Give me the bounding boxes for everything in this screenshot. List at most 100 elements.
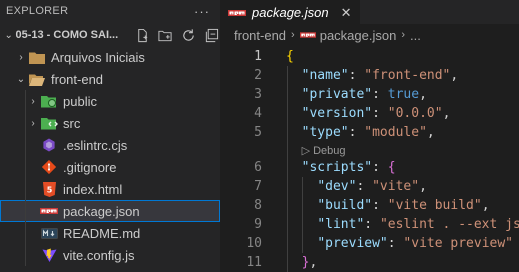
tree-item-gitignore[interactable]: .gitignore	[0, 156, 220, 178]
code-token: ,	[426, 125, 435, 140]
code-line: 2 "name": "front-end",	[220, 66, 519, 85]
breadcrumb-item-file[interactable]: package.json	[320, 28, 397, 43]
indent-guide	[25, 90, 26, 112]
code-text: "preview": "vite preview"	[286, 234, 513, 253]
code-line: 5 "type": "module",	[220, 123, 519, 142]
breadcrumb-item-symbol[interactable]: ...	[410, 28, 421, 43]
tree-item-label: .eslintrc.cjs	[63, 137, 128, 153]
folder-open-icon	[28, 71, 46, 87]
line-number: 3	[254, 87, 262, 102]
tree-item-arquivos-iniciais[interactable]: › Arquivos Iniciais	[0, 46, 220, 68]
project-root-row[interactable]: ⌄ 05-13 - COMO SAI...	[0, 24, 220, 46]
code-text: "name": "front-end",	[286, 66, 459, 85]
chevron-right-icon: ›	[31, 117, 35, 129]
line-number: 5	[254, 125, 262, 140]
code-line: 8 "build": "vite build",	[220, 196, 519, 215]
line-number: 1	[254, 49, 262, 64]
code-token: ,	[481, 198, 490, 213]
tree-item-src[interactable]: › src	[0, 112, 220, 134]
line-number: 4	[254, 106, 262, 121]
tree-item-index-html[interactable]: 5 index.html	[0, 178, 220, 200]
collapse-all-icon[interactable]	[202, 26, 220, 44]
code-token: :	[387, 236, 404, 251]
code-token: "preview"	[317, 236, 388, 251]
chevron-down-icon[interactable]: ⌄	[2, 30, 15, 41]
tree-item-label: Arquivos Iniciais	[51, 49, 145, 65]
code-line: 4 "version": "0.0.0",	[220, 104, 519, 123]
tree-item-label: vite.config.js	[63, 247, 135, 263]
close-icon[interactable]: ✕	[341, 5, 352, 21]
code-line: 6 "scripts": {	[220, 158, 519, 177]
refresh-icon[interactable]	[179, 26, 197, 44]
code-line: 9 "lint": "eslint . --ext js	[220, 215, 519, 234]
code-token: ,	[442, 106, 451, 121]
breadcrumb-item-folder[interactable]: front-end	[234, 28, 286, 43]
tree-item-label: index.html	[63, 181, 123, 197]
tree-item-label: README.md	[63, 225, 141, 241]
code-token: "0.0.0"	[387, 106, 443, 121]
code-token: :	[364, 217, 380, 232]
code-token: :	[348, 68, 365, 83]
explorer-header: EXPLORER ···	[0, 0, 220, 22]
code-token: "type"	[301, 125, 349, 140]
code-token: :	[372, 198, 388, 213]
code-text: "private": true,	[286, 85, 427, 104]
indent-guide	[25, 200, 26, 222]
folder-icon	[28, 49, 46, 65]
code-token: "eslint . --ext js	[379, 217, 519, 232]
tree-item-front-end[interactable]: ⌄ front-end	[0, 68, 220, 90]
code-token: "vite"	[372, 179, 420, 194]
project-name: 05-13 - COMO SAI...	[15, 29, 119, 41]
chevron-right-icon: ›	[291, 29, 295, 41]
line-number: 10	[246, 236, 262, 251]
tree-item-eslintrc[interactable]: .eslintrc.cjs	[0, 134, 220, 156]
indent-guide	[25, 244, 26, 266]
npm-icon	[228, 5, 246, 20]
svg-text:5: 5	[46, 185, 52, 194]
html-icon: 5	[40, 181, 58, 197]
tree-item-label: front-end	[51, 71, 104, 87]
code-text: },	[286, 253, 318, 272]
chevron-right-icon: ›	[401, 29, 406, 41]
tree-item-readme[interactable]: README.md	[0, 222, 220, 244]
markdown-icon	[40, 225, 58, 241]
more-actions-icon[interactable]: ···	[194, 4, 210, 19]
code-token: "build"	[317, 198, 373, 213]
tab-package-json[interactable]: package.json ✕	[220, 0, 360, 24]
indent-guide	[25, 112, 26, 134]
code-token: :	[348, 125, 365, 140]
code-token: "scripts"	[301, 160, 373, 175]
new-file-icon[interactable]	[133, 26, 151, 44]
code-line: 11 },	[220, 253, 519, 272]
code-text: "scripts": {	[286, 158, 396, 177]
code-line: 10 "preview": "vite preview"	[220, 234, 519, 253]
indent-guide	[25, 134, 26, 156]
indent-guide	[302, 177, 304, 253]
code-text: "build": "vite build",	[286, 196, 490, 215]
code-token: "front-end"	[364, 68, 451, 83]
code-text: "type": "module",	[286, 123, 435, 142]
code-token: ,	[450, 68, 459, 83]
explorer-title: EXPLORER	[6, 5, 69, 17]
new-folder-icon[interactable]	[156, 26, 174, 44]
tree-item-label: public	[63, 93, 97, 109]
code-token: "vite build"	[387, 198, 482, 213]
editor-area: package.json ✕ front-end › package.json …	[220, 0, 519, 272]
debug-codelens[interactable]: ▷ Debug	[302, 143, 346, 159]
code-text: "dev": "vite",	[286, 177, 427, 196]
tree-item-package-json[interactable]: package.json	[0, 200, 220, 222]
code-text: {	[286, 47, 294, 66]
explorer-sidebar: EXPLORER ··· ⌄ 05-13 - COMO SAI... › Arq…	[0, 0, 220, 272]
line-number: 8	[254, 198, 262, 213]
public-folder-icon	[40, 93, 58, 109]
tree-item-vite-config[interactable]: vite.config.js	[0, 244, 220, 266]
code-token: {	[286, 49, 294, 64]
code-editor[interactable]: 1 {2 "name": "front-end", 3 "private": tru…	[220, 46, 519, 272]
tree-item-public[interactable]: › public	[0, 90, 220, 112]
indent-guide	[25, 156, 26, 178]
code-line: 7 "dev": "vite",	[220, 177, 519, 196]
chevron-right-icon: ›	[19, 51, 23, 63]
